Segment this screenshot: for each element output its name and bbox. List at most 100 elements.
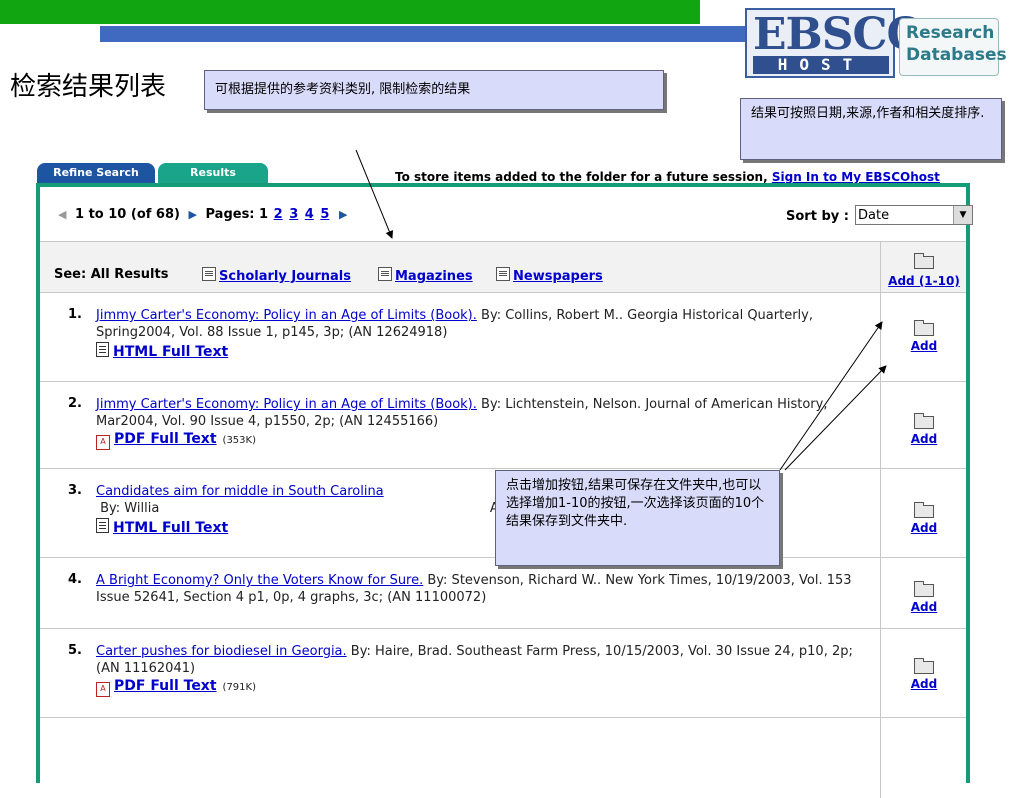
add-all-link[interactable]: Add (1-10) (888, 274, 960, 288)
dropdown-arrow-icon[interactable]: ▼ (953, 206, 972, 224)
add-button[interactable]: Add (881, 600, 967, 614)
store-items-note: To store items added to the folder for a… (395, 170, 940, 184)
html-doc-icon (96, 518, 109, 533)
store-note-text: To store items added to the folder for a… (395, 170, 768, 184)
result-citation: Carter pushes for biodiesel in Georgia. … (96, 643, 856, 697)
result-title-link[interactable]: Carter pushes for biodiesel in Georgia. (96, 644, 347, 659)
result-title-link[interactable]: Jimmy Carter's Economy: Policy in an Age… (96, 397, 477, 412)
pdf-icon: A (96, 682, 110, 697)
add-column: Add (880, 558, 967, 628)
result-citation: Jimmy Carter's Economy: Policy in an Age… (96, 396, 856, 450)
add-button[interactable]: Add (881, 432, 967, 446)
callout-add-note: 点击增加按钮,结果可保存在文件夹中,也可以选择增加1-10的按钮,一次选择该页面… (495, 470, 780, 566)
add-button[interactable]: Add (881, 677, 967, 691)
sort-by-label: Sort by : (786, 209, 849, 224)
full-text-link-row: HTML Full Text (96, 342, 856, 361)
sign-in-link[interactable]: Sign In to My EBSCOhost (772, 170, 940, 184)
filter-newspapers[interactable]: Newspapers (496, 267, 603, 284)
add-link[interactable]: Add (911, 432, 937, 446)
pdf-full-text-link[interactable]: PDF Full Text (114, 678, 217, 694)
add-column: Add (880, 382, 967, 468)
full-text-link-row: A PDF Full Text (353K) (96, 431, 856, 450)
result-row: 1. Jimmy Carter's Economy: Policy in an … (40, 293, 966, 382)
filter-magazines[interactable]: Magazines (378, 267, 473, 284)
tab-refine-search[interactable]: Refine Search (37, 163, 155, 183)
logo-research-text: Research (906, 23, 995, 43)
result-range: 1 to 10 (75, 207, 127, 222)
html-full-text-link[interactable]: HTML Full Text (113, 520, 228, 536)
ebscohost-logo: EBSCO HOST Research Databases (745, 8, 1010, 80)
file-size: (791K) (222, 682, 256, 693)
result-citation: A Bright Economy? Only the Voters Know f… (96, 572, 856, 606)
pages-label: Pages: (205, 207, 255, 222)
add-button[interactable]: Add (881, 521, 967, 535)
result-title-link[interactable]: Jimmy Carter's Economy: Policy in an Age… (96, 308, 477, 323)
see-all-results-label: See: All Results (54, 267, 169, 282)
callout-sort-note: 结果可按照日期,来源,作者和相关度排序. (740, 98, 1002, 160)
add-link[interactable]: Add (911, 677, 937, 691)
next-page-icon[interactable]: ▶ (189, 208, 197, 221)
add-link[interactable]: Add (911, 521, 937, 535)
html-doc-icon (96, 342, 109, 357)
journal-icon (202, 267, 216, 281)
folder-icon[interactable] (914, 581, 934, 597)
logo-host-text: HOST (753, 56, 889, 74)
add-column: Add (880, 629, 967, 717)
folder-icon[interactable] (914, 658, 934, 674)
page-link-5[interactable]: 5 (320, 207, 329, 222)
add-link[interactable]: Add (911, 600, 937, 614)
prev-page-icon[interactable]: ◀ (58, 208, 66, 221)
folder-icon[interactable] (914, 502, 934, 518)
result-row: 5. Carter pushes for biodiesel in Georgi… (40, 629, 966, 718)
result-row-partial (40, 718, 966, 798)
magazines-link[interactable]: Magazines (395, 269, 473, 284)
source-type-filter-row: See: All Results Scholarly Journals Maga… (40, 242, 966, 293)
result-total: (of 68) (130, 207, 180, 222)
add-button[interactable]: Add (881, 339, 967, 353)
add-column (880, 718, 967, 798)
page-link-3[interactable]: 3 (289, 207, 298, 222)
newspapers-link[interactable]: Newspapers (513, 269, 603, 284)
result-citation: Jimmy Carter's Economy: Policy in an Age… (96, 307, 856, 361)
sort-select-value: Date (858, 208, 890, 223)
full-text-link-row: A PDF Full Text (791K) (96, 678, 856, 697)
page-link-2[interactable]: 2 (274, 207, 283, 222)
add-all-column: Add (1-10) (880, 242, 967, 292)
logo-databases-text: Databases (906, 45, 1007, 65)
newspaper-icon (496, 267, 510, 281)
research-databases-badge: Research Databases (899, 18, 1007, 76)
folder-icon[interactable] (914, 320, 934, 336)
file-size: (353K) (222, 435, 256, 446)
scholarly-journals-link[interactable]: Scholarly Journals (219, 269, 351, 284)
result-number: 5. (68, 643, 82, 658)
slide-top-blue-bar (100, 26, 760, 42)
pdf-full-text-link[interactable]: PDF Full Text (114, 431, 217, 447)
html-full-text-link[interactable]: HTML Full Text (113, 344, 228, 360)
sort-select[interactable]: Date ▼ (855, 205, 973, 225)
callout-filter-note: 可根据提供的参考资料类别, 限制检索的结果 (204, 70, 664, 110)
tab-results[interactable]: Results (158, 163, 268, 183)
result-number: 4. (68, 572, 82, 587)
pagination-controls: ◀ 1 to 10 (of 68) ▶ Pages: 1 2 3 4 5 ▶ (58, 207, 351, 222)
result-number: 1. (68, 307, 82, 322)
result-title-link[interactable]: Candidates aim for middle in South Carol… (96, 484, 384, 499)
result-row: 2. Jimmy Carter's Economy: Policy in an … (40, 382, 966, 469)
slide-title: 检索结果列表 (10, 72, 167, 102)
result-number: 2. (68, 396, 82, 411)
pagination-bar: ◀ 1 to 10 (of 68) ▶ Pages: 1 2 3 4 5 ▶ S… (40, 187, 973, 242)
pdf-icon: A (96, 435, 110, 450)
add-column: Add (880, 293, 967, 381)
folder-icon[interactable] (914, 253, 934, 269)
add-column: Add (880, 469, 967, 557)
result-row: 4. A Bright Economy? Only the Voters Kno… (40, 558, 966, 629)
add-all-button[interactable]: Add (1-10) (881, 274, 967, 288)
current-page: 1 (259, 207, 269, 222)
result-number: 3. (68, 483, 82, 498)
add-link[interactable]: Add (911, 339, 937, 353)
result-title-link[interactable]: A Bright Economy? Only the Voters Know f… (96, 573, 423, 588)
page-link-4[interactable]: 4 (305, 207, 314, 222)
folder-icon[interactable] (914, 413, 934, 429)
filter-scholarly-journals[interactable]: Scholarly Journals (202, 267, 351, 284)
magazine-icon (378, 267, 392, 281)
next-pages-icon[interactable]: ▶ (339, 208, 347, 221)
